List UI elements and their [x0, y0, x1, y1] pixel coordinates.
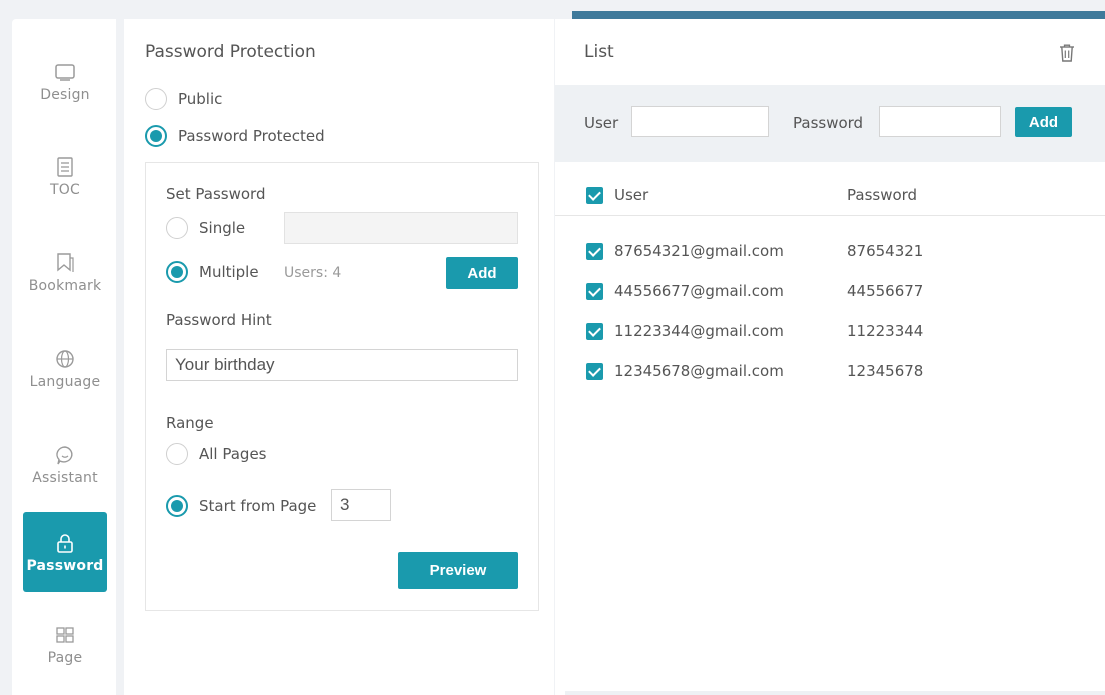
select-all-checkbox[interactable] [586, 187, 603, 204]
password-settings-box: Set Password Single Multiple Users: 4 Ad… [145, 162, 539, 611]
add-user-bar: User Password Add [555, 85, 1105, 162]
user-input[interactable] [631, 106, 769, 137]
password-protected-radio[interactable]: Password Protected [145, 125, 325, 147]
single-password-input[interactable] [284, 212, 518, 244]
row-user: 12345678@gmail.com [614, 362, 784, 380]
user-field-label: User [584, 114, 619, 132]
sidebar-item-assistant[interactable]: Assistant [23, 424, 107, 504]
row-user: 87654321@gmail.com [614, 242, 784, 260]
row-checkbox[interactable] [586, 283, 603, 300]
all-pages-label: All Pages [199, 445, 267, 463]
globe-icon [54, 346, 76, 372]
row-password: 11223344 [847, 322, 924, 340]
add-user-button[interactable]: Add [1015, 107, 1072, 137]
sidebar-item-label: Language [29, 374, 101, 390]
row-checkbox[interactable] [586, 363, 603, 380]
range-label: Range [166, 414, 214, 432]
start-page-input[interactable] [331, 489, 391, 521]
header-divider [555, 215, 1105, 216]
add-users-button[interactable]: Add [446, 257, 518, 289]
radio-circle [145, 125, 167, 147]
sidebar-item-label: TOC [50, 182, 80, 198]
row-user: 44556677@gmail.com [614, 282, 784, 300]
sidebar-item-label: Bookmark [28, 278, 102, 294]
start-from-page-label: Start from Page [199, 497, 317, 515]
radio-circle [166, 261, 188, 283]
user-list-panel: List User Password Add User Password 876… [555, 19, 1105, 695]
sidebar-item-design[interactable]: Design [23, 41, 107, 121]
sidebar-item-page[interactable]: Page [23, 604, 107, 684]
sidebar-item-label: Password [26, 558, 104, 574]
all-pages-radio[interactable]: All Pages [166, 443, 267, 465]
panel-title: Password Protection [145, 42, 316, 62]
grid-icon [54, 622, 76, 648]
start-from-page-radio[interactable]: Start from Page [166, 495, 316, 517]
password-input[interactable] [879, 106, 1001, 137]
toc-icon [56, 154, 74, 180]
multiple-radio[interactable]: Multiple [166, 261, 259, 283]
sidebar-item-label: Assistant [32, 470, 98, 486]
column-header-user: User [614, 186, 649, 204]
password-protected-label: Password Protected [178, 127, 325, 145]
password-hint-input[interactable] [166, 349, 518, 381]
row-user: 11223344@gmail.com [614, 322, 784, 340]
public-label: Public [178, 90, 223, 108]
sidebar: Design TOC Bookmark Language Assistant P… [12, 19, 116, 695]
column-header-password: Password [847, 186, 918, 204]
top-accent-bar [572, 11, 1105, 19]
sidebar-item-toc[interactable]: TOC [23, 136, 107, 216]
set-password-label: Set Password [166, 185, 266, 203]
radio-circle [166, 217, 188, 239]
sidebar-item-language[interactable]: Language [23, 328, 107, 408]
public-radio[interactable]: Public [145, 88, 222, 110]
password-field-label: Password [793, 114, 864, 132]
password-protection-panel: Password Protection Public Password Prot… [124, 19, 554, 695]
row-password: 12345678 [847, 362, 924, 380]
sidebar-item-password[interactable]: Password [23, 512, 107, 592]
row-checkbox[interactable] [586, 243, 603, 260]
bookmark-icon [55, 250, 75, 276]
sidebar-item-label: Design [40, 87, 90, 103]
radio-circle [166, 443, 188, 465]
trash-icon[interactable] [1058, 43, 1076, 67]
preview-button[interactable]: Preview [398, 552, 518, 589]
chat-icon [54, 442, 76, 468]
sidebar-item-bookmark[interactable]: Bookmark [23, 232, 107, 312]
lock-icon [55, 530, 75, 556]
bottom-edge [565, 691, 1105, 695]
radio-circle [145, 88, 167, 110]
single-label: Single [199, 219, 246, 237]
row-checkbox[interactable] [586, 323, 603, 340]
list-title: List [584, 42, 614, 62]
row-password: 87654321 [847, 242, 924, 260]
sidebar-item-label: Page [47, 650, 83, 666]
users-count: Users: 4 [284, 265, 342, 281]
multiple-label: Multiple [199, 263, 259, 281]
radio-circle [166, 495, 188, 517]
design-icon [54, 59, 76, 85]
single-radio[interactable]: Single [166, 217, 245, 239]
row-password: 44556677 [847, 282, 924, 300]
password-hint-label: Password Hint [166, 311, 272, 329]
